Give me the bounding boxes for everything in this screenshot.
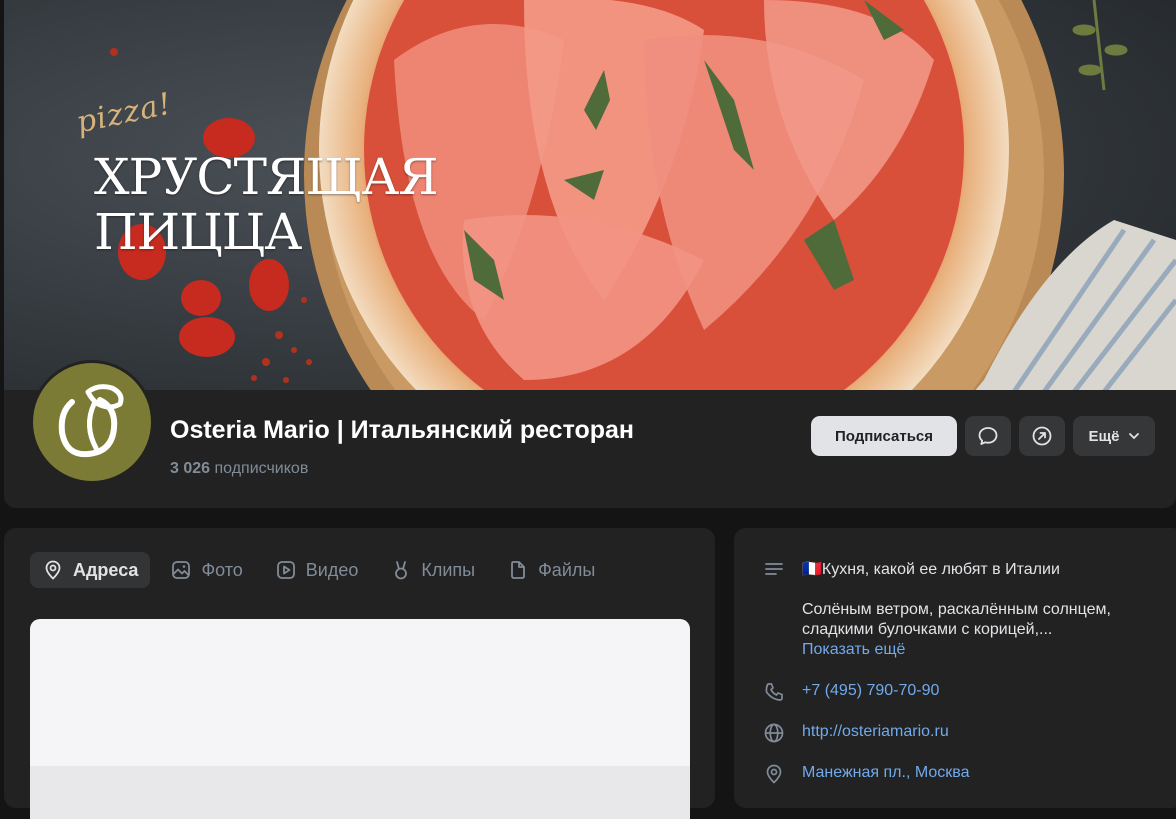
info-address-row: Манежная пл., Москва	[762, 762, 969, 786]
chat-bubble-icon	[978, 427, 998, 445]
phone-icon	[762, 680, 786, 704]
media-tabs: Адреса Фото Видео Клипы Файлы	[30, 552, 615, 588]
video-icon	[276, 561, 295, 579]
show-more-link[interactable]: Показать ещё	[802, 640, 1162, 660]
address-map[interactable]	[30, 619, 690, 819]
tab-clips-label: Клипы	[421, 559, 476, 580]
tab-videos[interactable]: Видео	[263, 552, 371, 588]
tab-photos[interactable]: Фото	[158, 552, 254, 588]
address-pin-icon	[762, 762, 786, 786]
subscribers-number: 3 026	[170, 460, 211, 477]
share-arrow-icon	[1032, 426, 1052, 446]
group-header: Osteria Mario | Итальянский ресторан 3 0…	[4, 360, 1176, 508]
cover-title-line-2: ПИЦЦА	[94, 203, 302, 261]
phone-link[interactable]: +7 (495) 790-70-90	[802, 682, 939, 700]
group-avatar[interactable]	[30, 360, 154, 484]
info-description-row: 🇫🇷Кухня, какой ее любят в Италии	[762, 557, 1060, 581]
olive-logo-icon	[58, 384, 124, 458]
tab-clips[interactable]: Клипы	[378, 552, 487, 588]
info-headline: 🇫🇷Кухня, какой ее любят в Италии	[802, 561, 1060, 578]
chevron-down-icon	[1128, 433, 1139, 440]
address-link[interactable]: Манежная пл., Москва	[802, 764, 969, 782]
cover-title-line-1: ХРУСТЯЩАЯ	[94, 148, 439, 206]
tab-addresses-label: Адреса	[73, 559, 139, 580]
file-icon	[511, 561, 526, 579]
subscribe-button[interactable]: Подписаться	[811, 416, 957, 456]
more-label: Ещё	[1088, 427, 1120, 445]
photo-icon	[172, 561, 191, 579]
message-button[interactable]	[965, 416, 1011, 456]
tab-photos-label: Фото	[201, 559, 243, 580]
subscribers-label: подписчиков	[214, 460, 309, 477]
share-button[interactable]	[1019, 416, 1065, 456]
website-link[interactable]: http://osteriamario.ru	[802, 723, 949, 741]
subscribers-count[interactable]: 3 026 подписчиков	[170, 460, 308, 478]
info-description-text: Солёным ветром, раскалённым солнцем, сла…	[802, 601, 1111, 638]
info-phone-row: +7 (495) 790-70-90	[762, 680, 939, 704]
info-panel: 🇫🇷Кухня, какой ее любят в Италии Солёным…	[734, 528, 1176, 808]
tab-files[interactable]: Файлы	[495, 552, 607, 588]
map-footer	[30, 766, 690, 819]
location-pin-icon	[45, 560, 61, 580]
info-website-row: http://osteriamario.ru	[762, 721, 949, 745]
cover-image: pizza! ХРУСТЯЩАЯ ПИЦЦА	[4, 0, 1176, 392]
globe-icon	[762, 721, 786, 745]
group-name: Osteria Mario | Итальянский ресторан	[170, 416, 635, 444]
tab-addresses[interactable]: Адреса	[30, 552, 151, 588]
tab-files-label: Файлы	[538, 559, 596, 580]
media-panel: Адреса Фото Видео Клипы Файлы	[4, 528, 715, 819]
clips-icon	[395, 561, 408, 580]
more-button[interactable]: Ещё	[1073, 416, 1155, 456]
menu-lines-icon	[762, 557, 786, 581]
tab-videos-label: Видео	[305, 559, 359, 580]
cover-title: ХРУСТЯЩАЯ ПИЦЦА	[94, 148, 439, 261]
info-description: Солёным ветром, раскалённым солнцем, сла…	[802, 600, 1162, 660]
